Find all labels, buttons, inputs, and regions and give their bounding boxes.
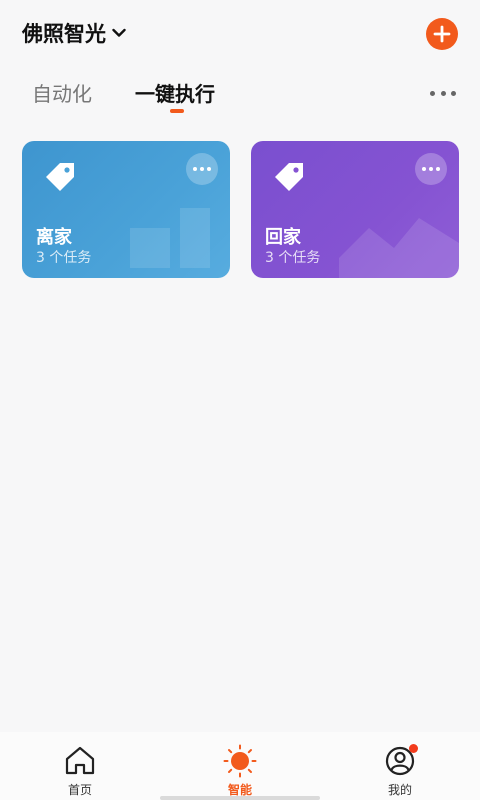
dot [451, 90, 456, 96]
scene-card-leave-home[interactable]: 离家 3 个任务 [22, 141, 230, 278]
nav-item-home[interactable]: 首页 [40, 744, 120, 798]
scene-title: 离家 [36, 227, 72, 248]
scene-task-count: 3 个任务 [265, 250, 321, 266]
add-button[interactable] [426, 18, 458, 50]
scene-task-count: 3 个任务 [36, 250, 92, 266]
dot [422, 167, 426, 171]
scene-title: 回家 [265, 227, 301, 248]
dot [429, 167, 433, 171]
nav-item-smart[interactable]: 智能 [200, 744, 280, 798]
decor-icon [339, 218, 459, 278]
dot [440, 90, 446, 96]
home-indicator [160, 796, 320, 800]
header: 佛照智光 [0, 0, 480, 70]
home-name-label: 佛照智光 [22, 22, 106, 46]
nav-label: 我的 [387, 783, 412, 797]
more-options-button[interactable] [430, 88, 456, 98]
chevron-down-icon [112, 28, 126, 38]
dot [193, 167, 197, 171]
nav-item-profile[interactable]: 我的 [360, 744, 440, 798]
dot [200, 167, 204, 171]
dot [430, 90, 435, 96]
home-icon [65, 746, 95, 775]
tab-one-click[interactable]: 一键执行 [135, 78, 215, 107]
scene-card-return-home[interactable]: 回家 3 个任务 [251, 141, 459, 278]
dot [436, 167, 440, 171]
decor-icon [130, 208, 210, 268]
active-tab-indicator [170, 109, 184, 113]
bottom-nav: 首页 智能 我的 [0, 732, 480, 800]
sun-icon [223, 744, 257, 778]
tag-icon [275, 163, 303, 191]
nav-label: 首页 [67, 783, 92, 797]
plus-icon [433, 25, 451, 43]
home-selector[interactable]: 佛照智光 [22, 18, 126, 48]
tag-icon [46, 163, 74, 191]
notification-badge [409, 744, 418, 753]
scene-more-button[interactable] [415, 153, 447, 185]
tab-automation[interactable]: 自动化 [32, 78, 92, 107]
scene-more-button[interactable] [186, 153, 218, 185]
tab-bar: 自动化 一键执行 [0, 76, 480, 120]
dot [207, 167, 211, 171]
